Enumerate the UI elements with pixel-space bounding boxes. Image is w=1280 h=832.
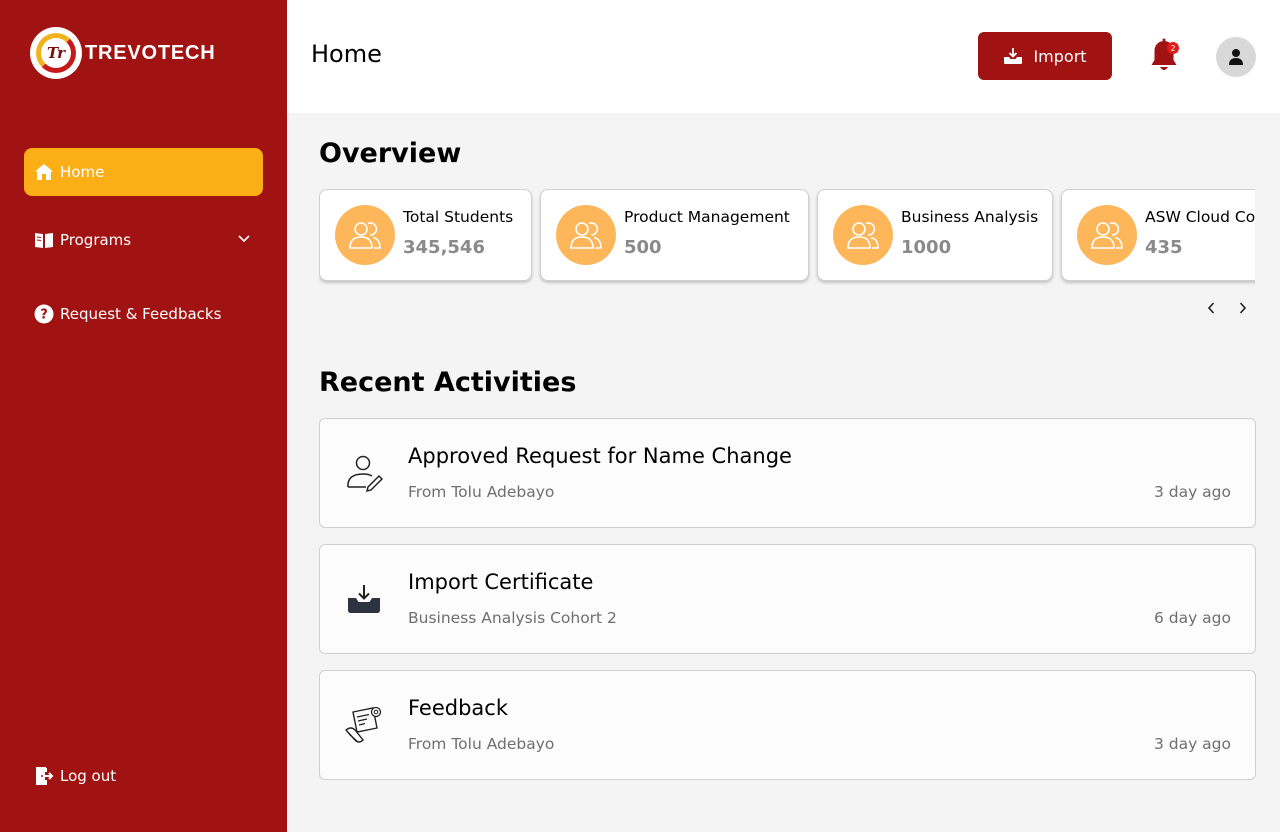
carousel-prev-button[interactable] [1201, 296, 1221, 320]
activity-title: Approved Request for Name Change [408, 444, 792, 468]
logout-button[interactable]: Log out [24, 752, 263, 800]
activity-subtitle: From Tolu Adebayo [408, 735, 555, 753]
svg-text:?: ? [40, 308, 48, 323]
notification-badge: 2 [1167, 42, 1179, 54]
page-title: Home [311, 40, 382, 68]
sidebar-item-home[interactable]: Home [24, 148, 263, 196]
recent-activities-title: Recent Activities [319, 367, 577, 398]
users-icon [556, 205, 616, 265]
overview-card[interactable]: ASW Cloud Computing 435 [1061, 189, 1255, 281]
overview-card[interactable]: Business Analysis 1000 [817, 189, 1053, 281]
import-button-label: Import [1033, 46, 1087, 66]
users-icon [335, 205, 395, 265]
import-tray-icon [1003, 47, 1023, 65]
top-header: Home Import 2 [287, 0, 1280, 113]
sidebar-item-requests-feedbacks[interactable]: ? Request & Feedbacks [24, 290, 263, 338]
logo-mark-icon: Tr [30, 27, 82, 79]
activity-subtitle: Business Analysis Cohort 2 [408, 609, 617, 627]
sidebar-item-label: Home [60, 163, 105, 181]
card-value: 1000 [901, 237, 952, 258]
overview-card[interactable]: Total Students 345,546 [319, 189, 532, 281]
card-label: ASW Cloud Computing [1145, 208, 1255, 226]
activity-item[interactable]: Feedback From Tolu Adebayo 3 day ago [319, 670, 1256, 780]
users-icon [1077, 205, 1137, 265]
users-icon [833, 205, 893, 265]
brand-logo[interactable]: Tr TREVOTECH [30, 27, 216, 79]
overview-carousel: Total Students 345,546 Product Managemen… [319, 189, 1255, 285]
overview-card[interactable]: Product Management 500 [540, 189, 809, 281]
import-tray-icon [342, 577, 386, 621]
activity-item[interactable]: Approved Request for Name Change From To… [319, 418, 1256, 528]
sidebar: Tr TREVOTECH Home Programs ? Request & F… [0, 0, 287, 832]
logout-label: Log out [60, 767, 117, 785]
card-label: Product Management [624, 208, 790, 226]
sidebar-item-label: Request & Feedbacks [60, 305, 222, 323]
chevron-left-icon [1207, 302, 1215, 314]
logout-icon [34, 766, 54, 786]
user-icon [1229, 49, 1243, 65]
chevron-right-icon [1239, 302, 1247, 314]
chevron-down-icon[interactable] [237, 232, 251, 250]
activity-title: Import Certificate [408, 570, 594, 594]
notification-bell[interactable]: 2 [1148, 38, 1180, 76]
sidebar-item-label: Programs [60, 231, 132, 249]
overview-title: Overview [319, 138, 462, 169]
carousel-next-button[interactable] [1233, 296, 1253, 320]
activity-item[interactable]: Import Certificate Business Analysis Coh… [319, 544, 1256, 654]
book-icon [34, 230, 54, 250]
user-edit-icon [342, 451, 386, 495]
home-icon [34, 162, 54, 182]
activity-subtitle: From Tolu Adebayo [408, 483, 555, 501]
brand-name: TREVOTECH [85, 41, 216, 64]
avatar[interactable] [1216, 37, 1256, 77]
sidebar-item-programs[interactable]: Programs [24, 216, 263, 264]
card-label: Business Analysis [901, 208, 1039, 226]
activity-time: 3 day ago [1153, 483, 1231, 501]
activity-time: 6 day ago [1153, 609, 1231, 627]
activity-time: 3 day ago [1153, 735, 1231, 753]
question-icon: ? [34, 304, 54, 324]
import-button[interactable]: Import [978, 32, 1112, 80]
card-label: Total Students [403, 208, 514, 226]
certificate-icon [342, 703, 386, 747]
card-value: 345,546 [403, 237, 485, 258]
card-value: 500 [624, 237, 662, 258]
card-value: 435 [1145, 237, 1183, 258]
activity-title: Feedback [408, 696, 509, 720]
